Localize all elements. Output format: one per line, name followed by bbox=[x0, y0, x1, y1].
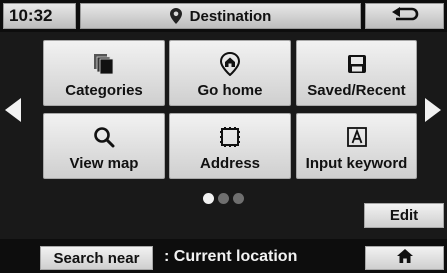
clock: 10:32 bbox=[3, 3, 76, 29]
home-button[interactable] bbox=[365, 246, 444, 270]
home-icon bbox=[396, 248, 413, 268]
page-dot-1 bbox=[203, 193, 214, 204]
map-pin-icon bbox=[169, 8, 182, 24]
view-map-button[interactable]: View map bbox=[43, 113, 165, 179]
home-pin-icon bbox=[219, 51, 241, 77]
saved-recent-label: Saved/Recent bbox=[307, 82, 406, 99]
screen-title-label: Destination bbox=[189, 7, 272, 25]
page-dot-3 bbox=[233, 193, 244, 204]
input-keyword-button[interactable]: Input keyword bbox=[296, 113, 417, 179]
previous-page-arrow[interactable] bbox=[3, 96, 23, 129]
go-home-button[interactable]: Go home bbox=[169, 40, 291, 106]
address-icon bbox=[219, 124, 241, 150]
navigation-screen: 10:32 Destination Categories Go home Sav… bbox=[0, 0, 447, 273]
address-label: Address bbox=[199, 155, 261, 172]
arrow-right-icon bbox=[423, 98, 443, 128]
edit-button[interactable]: Edit bbox=[364, 203, 444, 228]
keyword-icon bbox=[346, 124, 368, 150]
search-location-text: : Current location bbox=[164, 248, 298, 265]
input-keyword-label: Input keyword bbox=[305, 155, 408, 172]
screen-title: Destination bbox=[80, 3, 361, 29]
search-near-button[interactable]: Search near bbox=[40, 246, 153, 270]
header-bar: 10:32 Destination bbox=[0, 0, 447, 32]
view-map-label: View map bbox=[69, 155, 139, 172]
back-arrow-icon bbox=[390, 6, 420, 27]
arrow-left-icon bbox=[3, 98, 23, 128]
categories-label: Categories bbox=[65, 82, 143, 99]
page-dot-2 bbox=[218, 193, 229, 204]
page-indicator bbox=[203, 193, 244, 204]
magnifier-icon bbox=[93, 124, 115, 150]
save-icon bbox=[347, 51, 367, 77]
next-page-arrow[interactable] bbox=[423, 96, 443, 129]
back-button[interactable] bbox=[365, 3, 444, 29]
categories-icon bbox=[93, 51, 115, 77]
categories-button[interactable]: Categories bbox=[43, 40, 165, 106]
address-button[interactable]: Address bbox=[169, 113, 291, 179]
go-home-label: Go home bbox=[197, 82, 263, 99]
saved-recent-button[interactable]: Saved/Recent bbox=[296, 40, 417, 106]
